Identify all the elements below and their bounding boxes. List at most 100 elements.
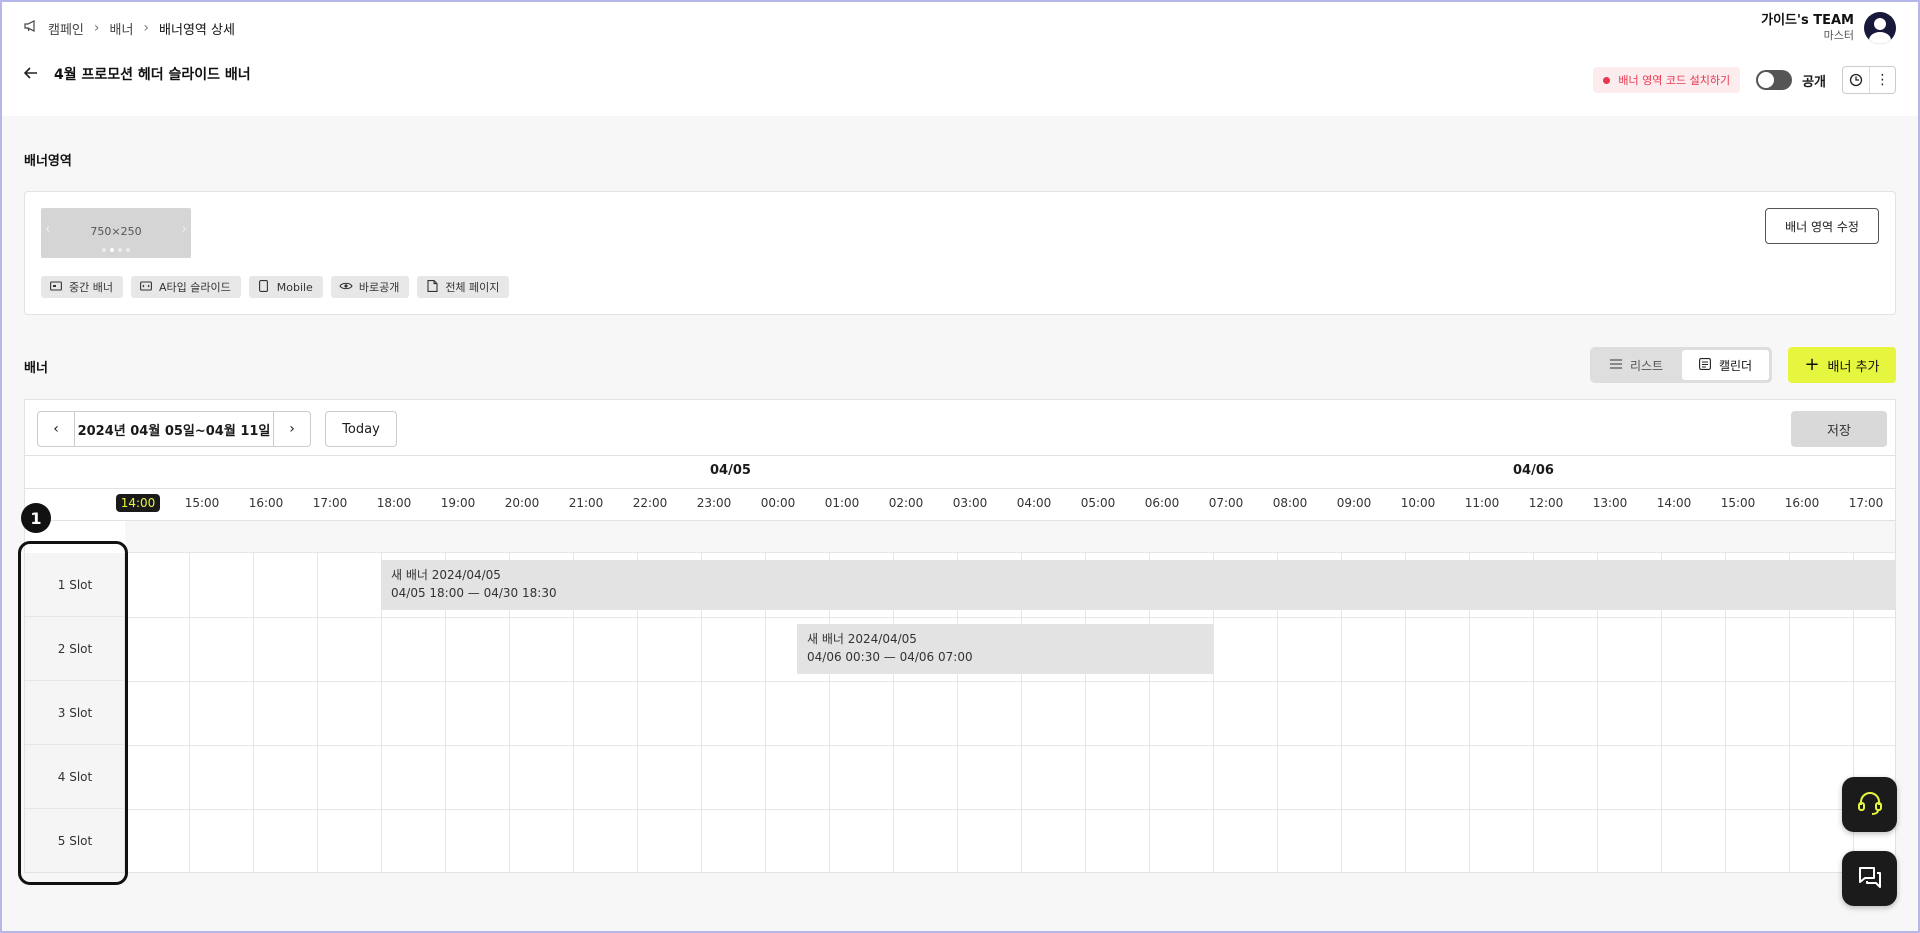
header: 캠페인 › 배너 › 배너영역 상세 가이드's TEAM 마스터 4월 프로모… bbox=[0, 0, 1920, 116]
eye-icon bbox=[339, 281, 353, 294]
header-spacer-row bbox=[125, 521, 1895, 553]
team-name: 가이드's TEAM bbox=[1761, 13, 1854, 28]
banner-icon bbox=[49, 280, 63, 294]
thumbnail-size: 750×250 bbox=[90, 225, 142, 238]
breadcrumb-campaign[interactable]: 캠페인 bbox=[48, 19, 84, 38]
date-label: 04/06 bbox=[1513, 463, 1554, 478]
hour-label: 15:00 bbox=[1720, 496, 1756, 510]
hour-label: 05:00 bbox=[1080, 496, 1116, 510]
view-toggle: 리스트 캘린더 bbox=[1590, 347, 1772, 383]
banners-heading: 배너 bbox=[24, 361, 48, 376]
event-period: 04/05 18:00 — 04/30 18:30 bbox=[391, 586, 557, 600]
public-toggle-label: 공개 bbox=[1802, 74, 1826, 90]
hour-label: 01:00 bbox=[824, 496, 860, 510]
hour-label: 16:00 bbox=[1784, 496, 1820, 510]
prev-week-button[interactable]: ‹ bbox=[38, 412, 74, 446]
chevron-right-icon: › bbox=[181, 222, 187, 237]
date-range-nav: ‹ 2024년 04월 05일~04월 11일 › bbox=[37, 411, 311, 447]
support-button[interactable] bbox=[1842, 777, 1897, 832]
save-button[interactable]: 저장 bbox=[1791, 411, 1887, 447]
slot-column-highlight bbox=[18, 541, 128, 885]
grid-row-line bbox=[125, 809, 1895, 810]
chip-visibility: 바로공개 bbox=[330, 276, 410, 298]
grid-row-line bbox=[125, 745, 1895, 746]
hour-label: 23:00 bbox=[696, 496, 732, 510]
hour-label: 04:00 bbox=[1016, 496, 1052, 510]
mobile-icon bbox=[257, 279, 271, 295]
breadcrumb: 캠페인 › 배너 › 배너영역 상세 bbox=[24, 18, 235, 38]
event-title: 새 배너 2024/04/05 bbox=[391, 568, 501, 582]
list-icon bbox=[1609, 358, 1622, 372]
banner-event[interactable]: 새 배너 2024/04/05 04/06 00:30 — 04/06 07:00 bbox=[797, 624, 1213, 674]
banner-event[interactable]: 새 배너 2024/04/05 04/05 18:00 — 04/30 18:30 bbox=[381, 560, 1895, 610]
hour-label: 06:00 bbox=[1144, 496, 1180, 510]
date-range[interactable]: 2024년 04월 05일~04월 11일 bbox=[74, 412, 274, 446]
grid-column-line bbox=[317, 553, 318, 872]
date-header: 04/05 04/06 bbox=[25, 456, 1895, 489]
more-vertical-icon[interactable]: ⋮ bbox=[1869, 67, 1895, 93]
banner-thumbnail[interactable]: ‹ 750×250 › bbox=[41, 208, 191, 258]
hour-label: 08:00 bbox=[1272, 496, 1308, 510]
page-title: 4월 프로모션 헤더 슬라이드 배너 bbox=[54, 67, 251, 83]
slide-dots bbox=[41, 248, 191, 252]
event-period: 04/06 00:30 — 04/06 07:00 bbox=[807, 650, 973, 664]
user-menu[interactable]: 가이드's TEAM 마스터 bbox=[1761, 12, 1896, 44]
view-calendar-button[interactable]: 캘린더 bbox=[1682, 350, 1769, 380]
hour-label: 11:00 bbox=[1464, 496, 1500, 510]
breadcrumb-current: 배너영역 상세 bbox=[159, 22, 235, 38]
chat-icon bbox=[1856, 863, 1884, 895]
chat-button[interactable] bbox=[1842, 851, 1897, 906]
install-code-label: 배너 영역 코드 설치하기 bbox=[1618, 74, 1731, 87]
hour-label: 03:00 bbox=[952, 496, 988, 510]
hour-header: 14:00 15:00 16:00 17:00 18:00 19:00 20:00 21:00… bbox=[25, 489, 1895, 521]
calendar-timeline: ‹ 2024년 04월 05일~04월 11일 › Today 저장 04/05… bbox=[24, 399, 1896, 873]
plus-icon: + bbox=[1804, 354, 1820, 375]
megaphone-icon bbox=[24, 20, 38, 36]
view-list-button[interactable]: 리스트 bbox=[1593, 350, 1680, 380]
date-label: 04/05 bbox=[710, 463, 751, 478]
chevron-right-icon: › bbox=[143, 20, 150, 36]
add-banner-button[interactable]: + 배너 추가 bbox=[1788, 347, 1896, 383]
hour-label: 16:00 bbox=[248, 496, 284, 510]
hour-label: 21:00 bbox=[568, 496, 604, 510]
hour-label: 22:00 bbox=[632, 496, 668, 510]
next-week-button[interactable]: › bbox=[274, 412, 310, 446]
hour-label: 19:00 bbox=[440, 496, 476, 510]
event-title: 새 배너 2024/04/05 bbox=[807, 632, 917, 646]
hour-label: 15:00 bbox=[184, 496, 220, 510]
public-toggle[interactable] bbox=[1756, 70, 1793, 90]
chip-slide-type: A타입 슬라이드 bbox=[130, 276, 241, 298]
hour-label: 09:00 bbox=[1336, 496, 1372, 510]
avatar[interactable] bbox=[1864, 12, 1896, 44]
hour-label: 17:00 bbox=[312, 496, 348, 510]
history-icon[interactable] bbox=[1843, 67, 1869, 93]
back-arrow-icon[interactable] bbox=[23, 65, 38, 83]
chevron-right-icon: › bbox=[93, 20, 100, 36]
hour-label: 02:00 bbox=[888, 496, 924, 510]
banner-area-card: ‹ 750×250 › 중간 배너 A타입 슬라이드 Mobile 바로공개 전… bbox=[24, 191, 1896, 315]
calendar-icon bbox=[1698, 357, 1711, 373]
headset-icon bbox=[1855, 788, 1885, 822]
chip-banner-type: 중간 배너 bbox=[41, 276, 123, 298]
hour-label: 10:00 bbox=[1400, 496, 1436, 510]
today-button[interactable]: Today bbox=[325, 411, 397, 447]
grid-column-line bbox=[189, 553, 190, 872]
grid-row-line bbox=[125, 681, 1895, 682]
hour-label: 00:00 bbox=[760, 496, 796, 510]
edit-banner-area-button[interactable]: 배너 영역 수정 bbox=[1765, 208, 1879, 244]
grid-row-line bbox=[125, 617, 1895, 618]
hour-label: 17:00 bbox=[1848, 496, 1884, 510]
hour-label: 14:00 bbox=[1656, 496, 1692, 510]
chip-page-scope: 전체 페이지 bbox=[417, 276, 510, 298]
grid-column-line bbox=[253, 553, 254, 872]
chip-device: Mobile bbox=[248, 276, 323, 298]
hour-label: 12:00 bbox=[1528, 496, 1564, 510]
breadcrumb-banner[interactable]: 배너 bbox=[110, 19, 134, 38]
timeline-grid: 1 Slot 2 Slot 3 Slot 4 Slot 5 Slot 새 배너 2024… bbox=[25, 521, 1895, 872]
calendar-toolbar: ‹ 2024년 04월 05일~04월 11일 › Today 저장 bbox=[25, 400, 1895, 456]
page-icon bbox=[425, 279, 439, 295]
current-hour-label: 14:00 bbox=[106, 494, 170, 512]
hour-label: 20:00 bbox=[504, 496, 540, 510]
hour-label: 07:00 bbox=[1208, 496, 1244, 510]
install-code-button[interactable]: 배너 영역 코드 설치하기 bbox=[1593, 67, 1741, 93]
